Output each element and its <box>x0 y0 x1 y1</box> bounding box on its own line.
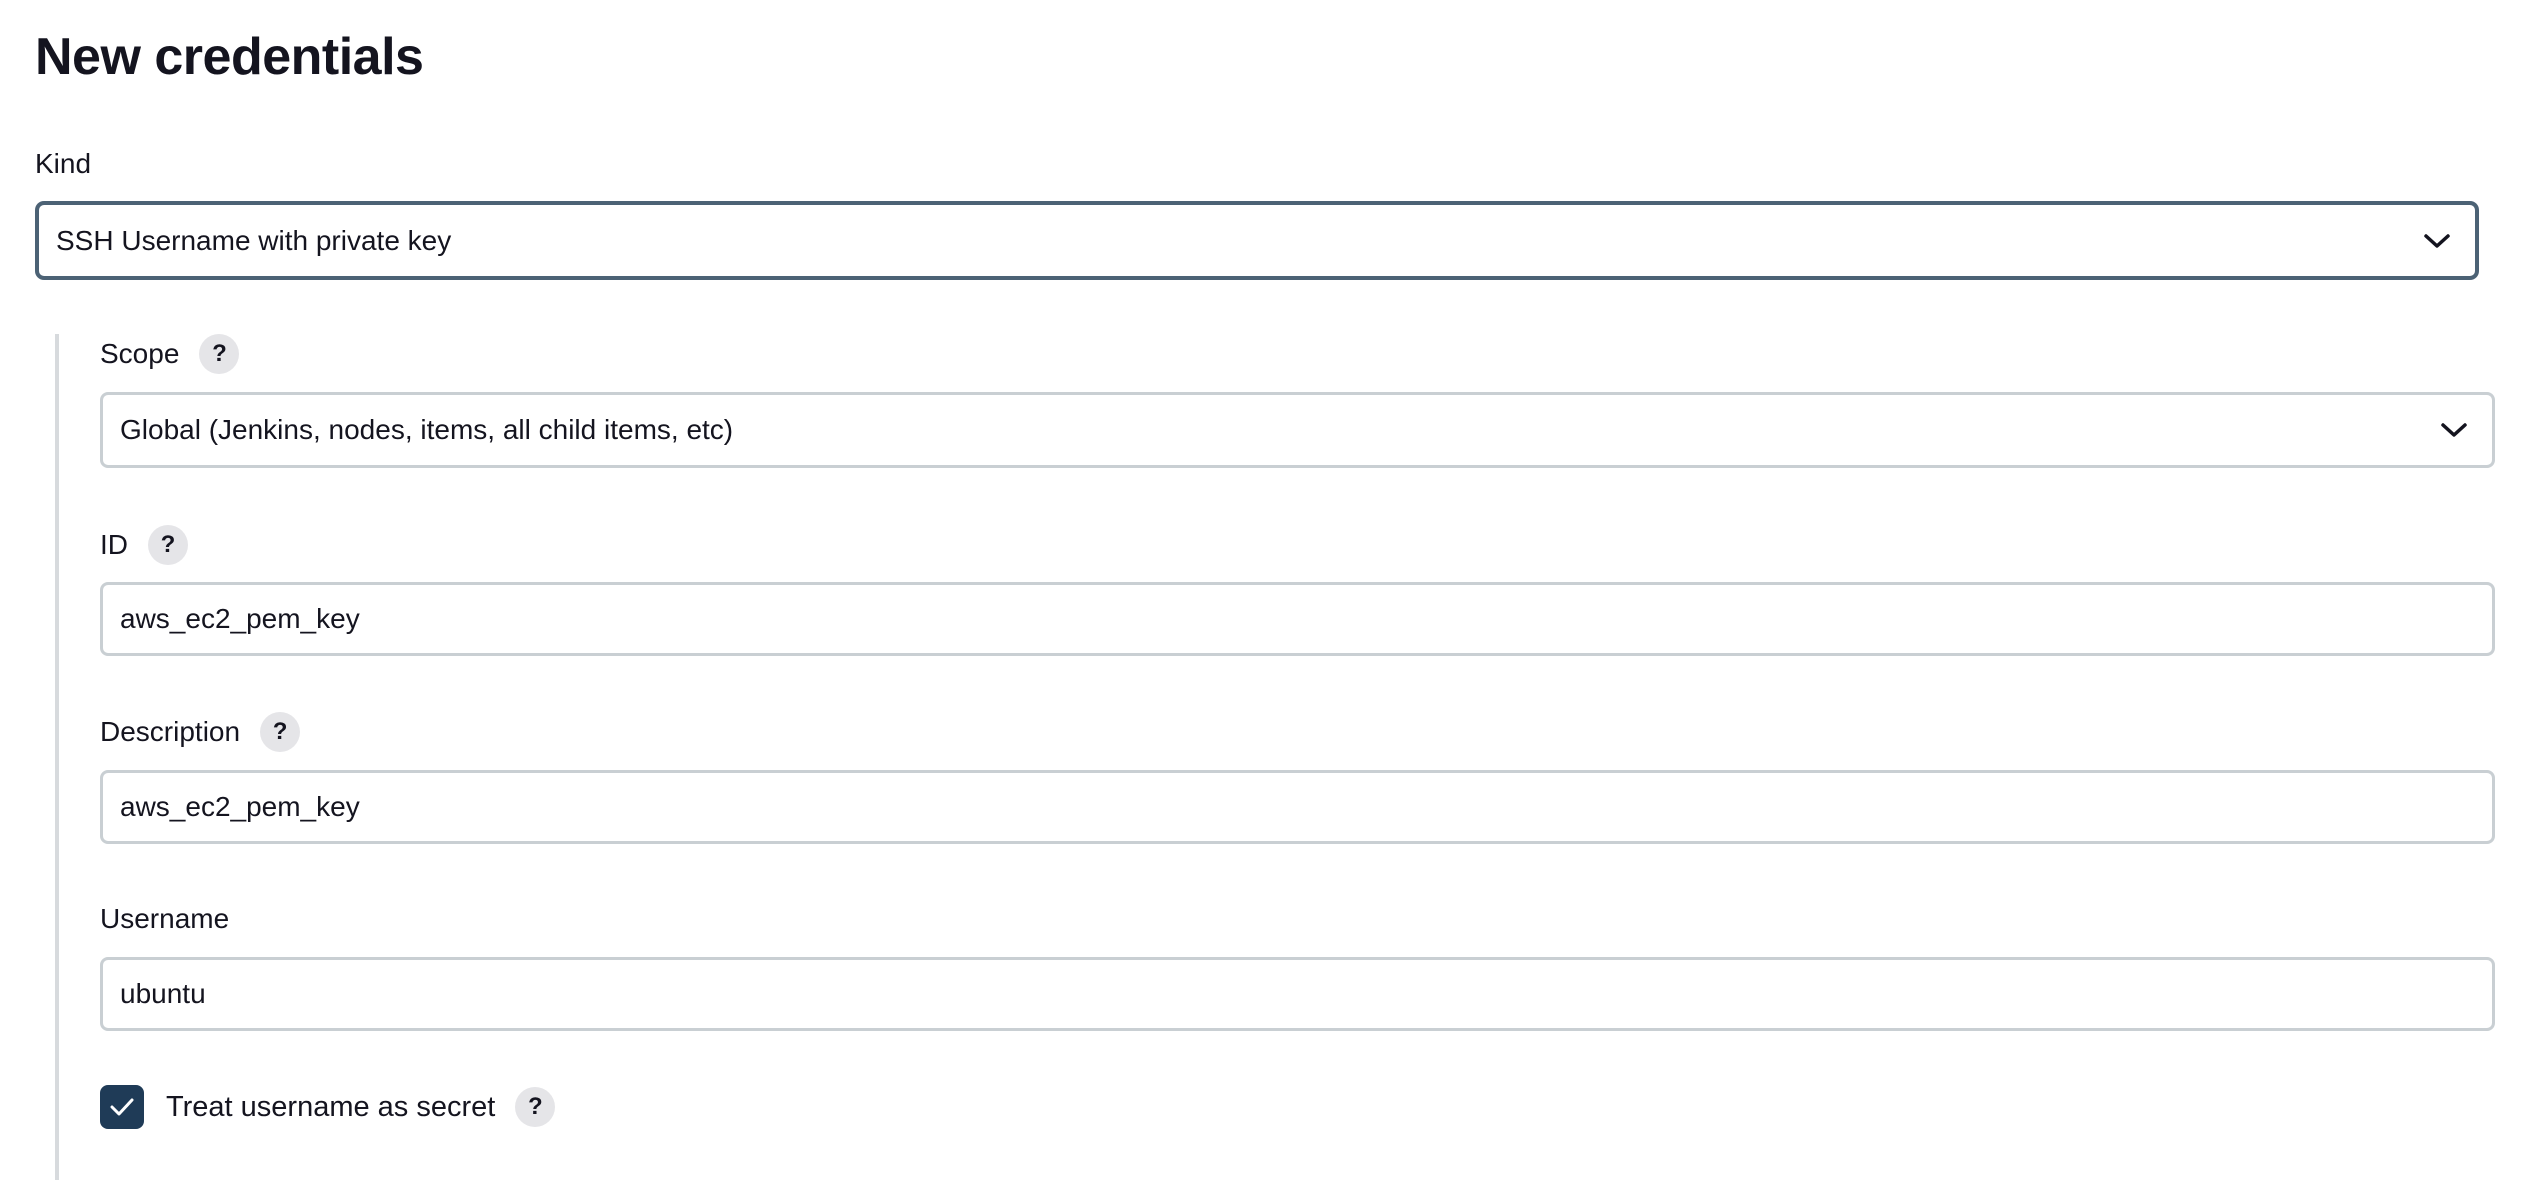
scope-select-value: Global (Jenkins, nodes, items, all child… <box>120 414 734 445</box>
kind-select-value: SSH Username with private key <box>56 224 452 256</box>
chevron-down-icon <box>2424 395 2484 465</box>
chevron-down-icon <box>2407 205 2467 276</box>
scope-label-text: Scope <box>100 338 180 369</box>
treat-username-secret-label[interactable]: Treat username as secret ? <box>166 1087 556 1127</box>
kind-label: Kind <box>35 144 91 184</box>
description-input-value: aws_ec2_pem_key <box>120 791 360 822</box>
description-help-icon[interactable]: ? <box>260 712 301 752</box>
scope-help-icon[interactable]: ? <box>199 334 240 374</box>
checkmark-icon <box>110 1098 134 1116</box>
username-label-text: Username <box>100 903 230 934</box>
id-help-icon[interactable]: ? <box>148 525 188 565</box>
page-title: New credentials <box>35 28 424 86</box>
description-input[interactable]: aws_ec2_pem_key <box>100 770 2495 844</box>
id-input[interactable]: aws_ec2_pem_key <box>100 582 2495 656</box>
treat-username-secret-help-icon[interactable]: ? <box>515 1087 556 1127</box>
nested-panel-border <box>55 334 59 1180</box>
username-label: Username <box>100 899 229 939</box>
kind-label-text: Kind <box>35 148 92 179</box>
scope-label: Scope ? <box>100 334 240 374</box>
id-label: ID ? <box>100 525 188 565</box>
description-label: Description ? <box>100 712 301 752</box>
treat-username-secret-checkbox[interactable] <box>100 1085 144 1129</box>
id-label-text: ID <box>100 529 128 560</box>
treat-username-secret-text: Treat username as secret <box>166 1091 496 1123</box>
id-input-value: aws_ec2_pem_key <box>120 603 360 634</box>
username-input[interactable]: ubuntu <box>100 957 2495 1031</box>
kind-select[interactable]: SSH Username with private key <box>36 202 2478 279</box>
scope-select[interactable]: Global (Jenkins, nodes, items, all child… <box>100 392 2495 468</box>
username-input-value: ubuntu <box>120 978 206 1009</box>
description-label-text: Description <box>100 716 241 747</box>
